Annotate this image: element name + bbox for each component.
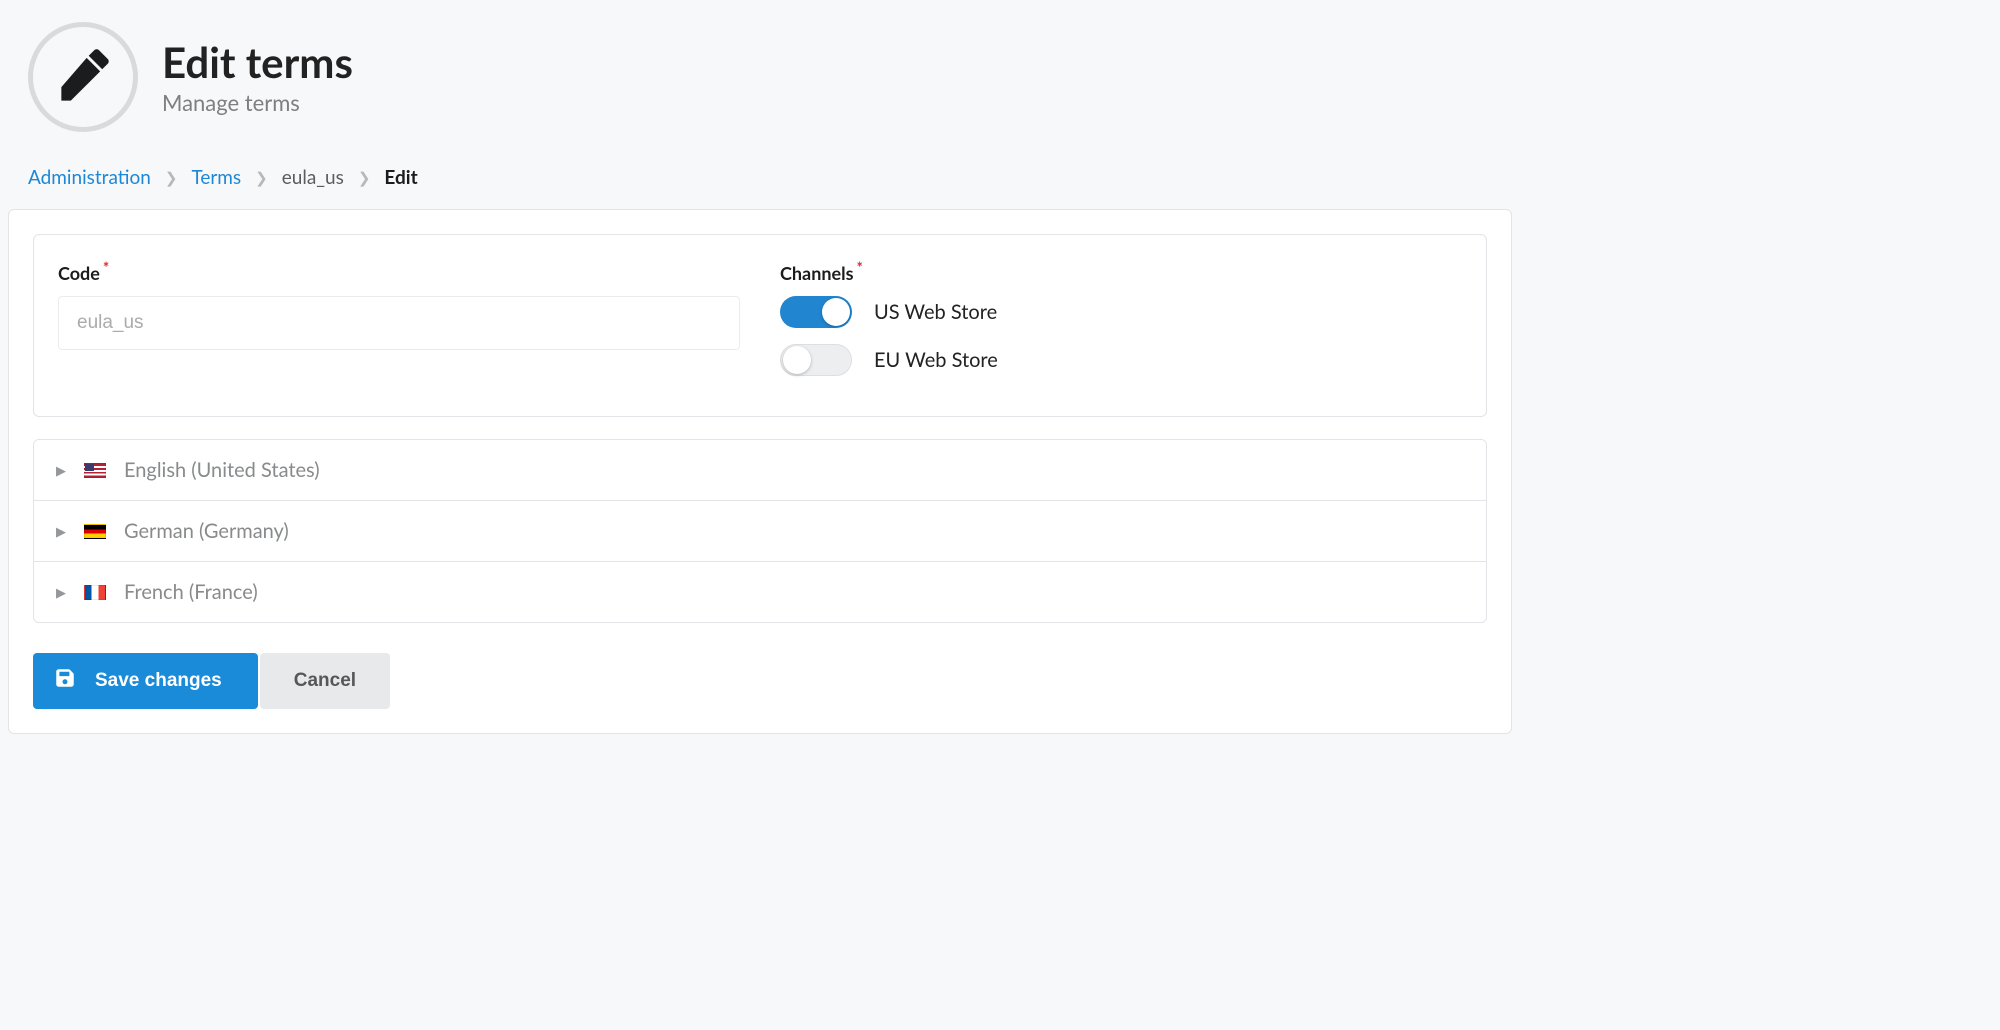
page-header-titles: Edit terms Manage terms xyxy=(162,38,353,115)
breadcrumb-link-terms[interactable]: Terms xyxy=(191,166,241,189)
code-input[interactable] xyxy=(58,296,740,350)
field-channels: Channels* US Web Store EU Web Store xyxy=(780,259,1462,376)
caret-right-icon: ▶ xyxy=(56,584,66,601)
required-asterisk: * xyxy=(857,259,863,277)
save-button[interactable]: Save changes xyxy=(33,653,258,709)
channel-toggle-eu[interactable] xyxy=(780,344,852,376)
code-label-text: Code xyxy=(58,262,100,284)
chevron-right-icon: ❯ xyxy=(358,169,371,187)
locale-item-de-de[interactable]: ▶ German (Germany) xyxy=(34,500,1486,561)
breadcrumb-item-current: Edit xyxy=(384,166,417,189)
caret-right-icon: ▶ xyxy=(56,462,66,479)
channel-toggle-label-us: US Web Store xyxy=(874,300,997,324)
save-icon xyxy=(55,668,75,694)
flag-fr-icon xyxy=(84,585,106,600)
page-header-icon-circle xyxy=(28,22,138,132)
channel-toggle-row-eu: EU Web Store xyxy=(780,344,1462,376)
toggle-knob xyxy=(783,346,811,374)
page-header: Edit terms Manage terms xyxy=(0,0,1520,142)
channel-toggle-row-us: US Web Store xyxy=(780,296,1462,328)
form-card: Code* Channels* US Web Store xyxy=(33,234,1487,417)
content-card: Code* Channels* US Web Store xyxy=(8,209,1512,734)
cancel-button-label: Cancel xyxy=(294,670,356,692)
required-asterisk: * xyxy=(103,259,109,277)
cancel-button[interactable]: Cancel xyxy=(260,653,390,709)
chevron-right-icon: ❯ xyxy=(165,169,178,187)
save-button-label: Save changes xyxy=(95,670,222,692)
toggle-knob xyxy=(822,298,850,326)
field-code: Code* xyxy=(58,259,740,376)
page-title: Edit terms xyxy=(162,38,353,86)
chevron-right-icon: ❯ xyxy=(255,169,268,187)
locale-item-fr-fr[interactable]: ▶ French (France) xyxy=(34,561,1486,622)
locale-label-de-de: German (Germany) xyxy=(124,519,289,543)
form-buttons: Save changes Cancel xyxy=(33,653,1487,709)
channels-label-text: Channels xyxy=(780,262,854,284)
locale-accordion: ▶ English (United States) ▶ German (Germ… xyxy=(33,439,1487,623)
page-subtitle: Manage terms xyxy=(162,89,353,116)
breadcrumb-item-code: eula_us xyxy=(282,166,344,189)
pencil-icon xyxy=(56,48,110,106)
breadcrumb-link-administration[interactable]: Administration xyxy=(28,166,151,189)
locale-label-en-us: English (United States) xyxy=(124,458,320,482)
code-label: Code* xyxy=(58,259,740,284)
channel-toggle-label-eu: EU Web Store xyxy=(874,348,998,372)
locale-label-fr-fr: French (France) xyxy=(124,580,258,604)
channels-label: Channels* xyxy=(780,259,1462,284)
channel-toggle-us[interactable] xyxy=(780,296,852,328)
flag-de-icon xyxy=(84,524,106,539)
channels-toggle-list: US Web Store EU Web Store xyxy=(780,296,1462,376)
caret-right-icon: ▶ xyxy=(56,523,66,540)
locale-item-en-us[interactable]: ▶ English (United States) xyxy=(34,440,1486,500)
breadcrumb: Administration ❯ Terms ❯ eula_us ❯ Edit xyxy=(0,142,1520,209)
flag-us-icon xyxy=(84,463,106,478)
